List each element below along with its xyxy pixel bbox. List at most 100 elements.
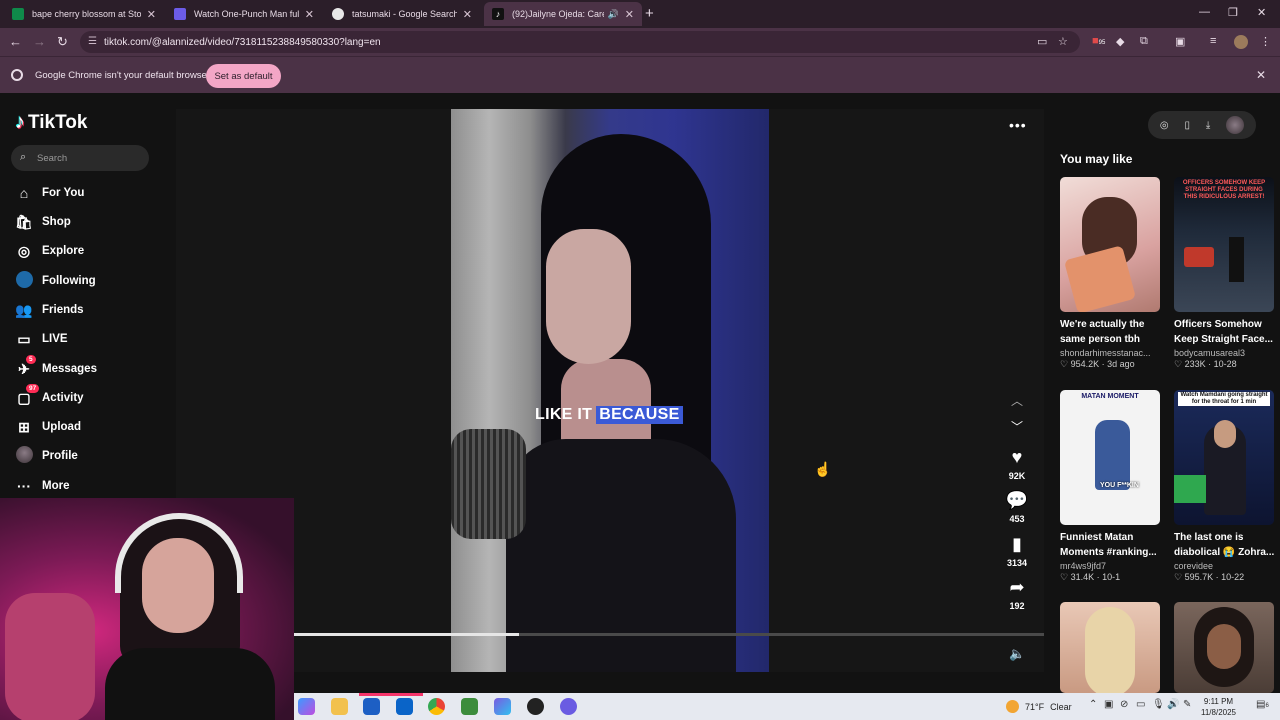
sidepanel-icon[interactable]: ▣ [1175,35,1185,48]
share-action[interactable]: ➦ 192 [997,577,1037,611]
minecraft-icon[interactable] [461,698,478,715]
menu-kebab-icon[interactable]: ⋮ [1260,35,1271,48]
video-player[interactable] [451,109,769,672]
site-info-icon[interactable]: ☰ [88,36,97,47]
chevron-up-icon[interactable]: ⌃ [1089,699,1097,710]
sidebar-item-for-you[interactable]: ⌂ For You [14,181,85,205]
new-tab-button[interactable]: + [645,5,654,22]
card-stats-text: 954.2K · 3d ago [1070,359,1135,369]
sidebar-item-friends[interactable]: 👥 Friends [14,298,83,322]
search-input[interactable]: ⌕ Search [11,145,149,171]
app-icon[interactable] [494,698,511,715]
extension-icon[interactable]: ■95 [1092,35,1105,47]
like-action[interactable]: ♥ 92K [997,447,1037,481]
close-icon[interactable]: ✕ [1256,68,1266,82]
close-icon[interactable]: ✕ [625,8,634,21]
chevron-down-icon[interactable]: ﹀ [1011,418,1023,435]
microphone-icon[interactable]: 🎙 [1152,699,1165,710]
tray-app-icon[interactable]: ▭ [1136,699,1145,710]
restore-button[interactable]: ❐ [1228,6,1238,19]
recommended-card[interactable]: OFFICERS SOMEHOW KEEP STRAIGHT FACES DUR… [1174,177,1276,370]
close-window-button[interactable]: ✕ [1257,6,1266,19]
file-explorer-icon[interactable] [331,698,348,715]
media-controls-icon[interactable]: ≡ [1210,35,1216,47]
tab-google[interactable]: tatsumaki - Google Search ✕ [324,2,480,26]
tray-app-icon[interactable]: ⊘ [1120,699,1128,710]
card-thumbnail[interactable]: OFFICERS SOMEHOW KEEP STRAIGHT FACES DUR… [1174,177,1274,312]
card-title[interactable]: Funniest Matan Moments #ranking... [1060,530,1162,560]
minimize-button[interactable]: — [1199,6,1210,18]
save-action[interactable]: ▮ 3134 [997,534,1037,568]
recommended-card[interactable] [1060,602,1162,693]
tab-onepunch[interactable]: Watch One-Punch Man full HD ✕ [166,2,322,26]
tiktok-logo[interactable]: ♪ TikTok [15,111,87,134]
tray-app-icon[interactable]: ▣ [1104,699,1113,710]
sidebar-item-profile[interactable]: Profile [14,444,78,468]
avatar[interactable] [1226,116,1245,134]
card-thumbnail[interactable]: MATAN MOMENT YOU F**KIN [1060,390,1160,525]
chevron-up-icon[interactable]: ︿ [1011,392,1023,409]
forward-button[interactable]: → [33,34,46,49]
speaker-icon[interactable]: 🔊 [608,9,619,20]
card-title[interactable]: Officers Somehow Keep Straight Face... [1174,317,1276,347]
card-title[interactable]: We're actually the same person tbh [1060,317,1162,347]
outlook-icon[interactable] [396,698,413,715]
bookmark-icon[interactable]: ▮ [997,534,1037,554]
recommended-card[interactable]: MATAN MOMENT YOU F**KIN Funniest Matan M… [1060,390,1162,583]
reload-button[interactable]: ↻ [57,34,68,50]
profile-avatar[interactable] [1234,35,1248,49]
volume-icon[interactable]: 🔈 [1009,646,1025,662]
compass-icon[interactable]: ◎ [1160,120,1169,131]
card-title[interactable]: The last one is diabolical 😭 Zohra... [1174,530,1276,560]
extensions-puzzle-icon[interactable]: ⧉ [1140,35,1148,48]
sidebar-item-activity[interactable]: ▢ 97 Activity [14,383,84,410]
comment-icon[interactable]: 💬 [997,490,1037,510]
set-default-button[interactable]: Set as default [206,64,281,88]
sidebar-item-messages[interactable]: ✈ 5 Messages [14,354,97,381]
card-thumbnail[interactable] [1060,602,1160,693]
cast-icon[interactable]: ▭ [1037,35,1047,48]
card-thumbnail[interactable] [1174,602,1274,693]
recommended-card[interactable] [1174,602,1276,693]
card-thumbnail[interactable]: Watch Mamdani going straight for the thr… [1174,390,1274,525]
sidebar-item-explore[interactable]: ◎ Explore [14,239,84,263]
address-bar[interactable]: ☰ tiktok.com/@alannized/video/7318115238… [80,31,1080,53]
copilot-icon[interactable] [298,698,315,715]
sidebar-item-following[interactable]: Following [14,269,96,293]
video-progress-bar[interactable] [294,633,1044,636]
card-user[interactable]: corevidee [1174,561,1276,571]
close-icon[interactable]: ✕ [463,8,472,21]
card-user[interactable]: mr4ws9jfd7 [1060,561,1162,571]
weather-widget[interactable]: 71°F Clear [1006,700,1072,713]
recommended-card[interactable]: Watch Mamdani going straight for the thr… [1174,390,1276,583]
video-more-button[interactable]: ••• [1009,117,1027,133]
recommended-card[interactable]: We're actually the same person tbh shond… [1060,177,1162,370]
close-icon[interactable]: ✕ [147,8,156,21]
sidebar-item-more[interactable]: ··· More [14,474,69,498]
phone-icon[interactable]: ▯ [1184,120,1190,131]
extension-diamond-icon[interactable]: ◆ [1116,35,1124,48]
bookmark-star-icon[interactable]: ☆ [1058,35,1068,48]
system-clock[interactable]: 9:11 PM 11/8/2025 [1201,696,1236,718]
heart-icon[interactable]: ♥ [997,447,1037,467]
notification-icon[interactable]: ▤6 [1256,699,1269,710]
back-button[interactable]: ← [9,34,22,49]
download-icon[interactable]: ⤓ [1206,120,1210,131]
sidebar-item-live[interactable]: ▭ LIVE [14,327,67,351]
sidebar-item-shop[interactable]: 🛍 Shop [14,210,71,234]
store-icon[interactable] [363,698,380,715]
chrome-icon[interactable] [428,698,445,715]
app-dark-icon[interactable] [527,698,544,715]
card-user[interactable]: shondarhimesstanac... [1060,348,1162,358]
tab-tiktok[interactable]: ♪ (92)Jailyne Ojeda: Career Be 🔊 ✕ [484,2,642,26]
discord-icon[interactable] [560,698,577,715]
sidebar-item-upload[interactable]: ⊞ Upload [14,415,81,439]
pen-icon[interactable]: ✎ [1183,699,1191,710]
close-icon[interactable]: ✕ [305,8,314,21]
volume-icon[interactable]: 🔊 [1167,699,1179,710]
card-thumbnail[interactable] [1060,177,1160,312]
comment-action[interactable]: 💬 453 [997,490,1037,524]
card-user[interactable]: bodycamusareal3 [1174,348,1276,358]
tab-stockx[interactable]: bape cherry blossom at StockX ✕ [4,2,164,26]
share-icon[interactable]: ➦ [997,577,1037,597]
